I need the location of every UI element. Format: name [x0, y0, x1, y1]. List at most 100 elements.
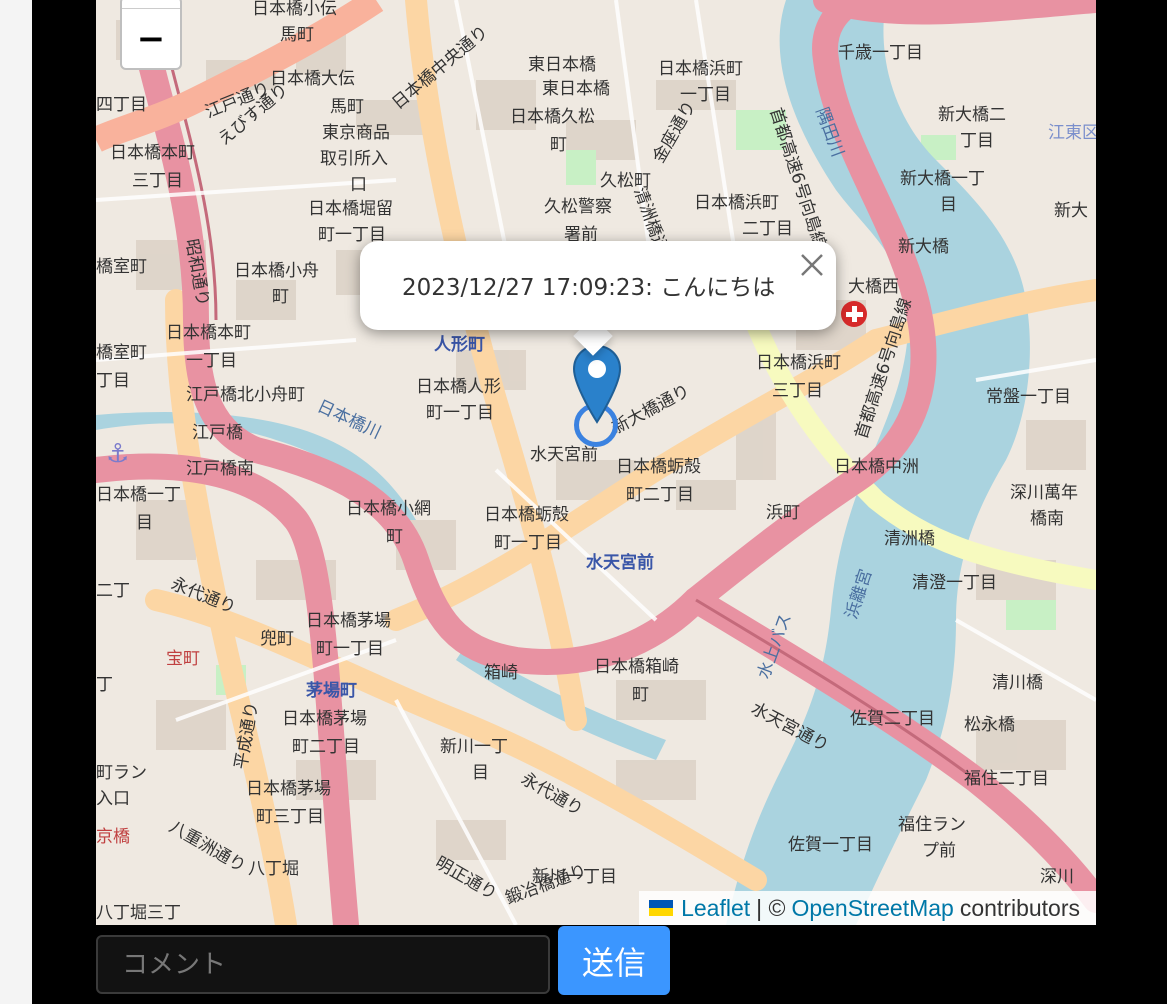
svg-text:町ラン: 町ラン	[96, 763, 147, 783]
openstreetmap-link[interactable]: OpenStreetMap	[791, 895, 953, 922]
svg-text:口: 口	[350, 175, 367, 195]
svg-text:日本橋小網: 日本橋小網	[346, 499, 431, 519]
svg-text:東日本橋: 東日本橋	[528, 55, 596, 75]
svg-text:京橋: 京橋	[96, 827, 130, 847]
svg-text:佐賀二丁目: 佐賀二丁目	[850, 709, 935, 729]
svg-text:目: 目	[136, 513, 153, 533]
svg-text:八丁堀: 八丁堀	[248, 859, 299, 879]
svg-text:松永橋: 松永橋	[964, 715, 1015, 735]
svg-text:馬町: 馬町	[330, 97, 364, 117]
svg-text:兜町: 兜町	[260, 629, 294, 649]
svg-text:日本橋久松: 日本橋久松	[510, 107, 595, 127]
left-gutter	[0, 0, 32, 1004]
svg-text:目: 目	[940, 195, 957, 215]
map-tiles[interactable]: 日本橋小伝馬町 東日本橋東日本橋 日本橋浜町一丁目 千歳一丁目 日本橋大伝馬町 …	[96, 0, 1096, 925]
svg-text:日本橋蛎殻: 日本橋蛎殻	[484, 505, 569, 525]
svg-text:町: 町	[272, 287, 289, 307]
svg-text:日本橋浜町: 日本橋浜町	[694, 193, 779, 213]
svg-text:町: 町	[386, 527, 403, 547]
svg-text:清川橋: 清川橋	[992, 673, 1043, 693]
svg-text:新大橋: 新大橋	[898, 237, 949, 257]
svg-text:深川萬年: 深川萬年	[1010, 483, 1078, 503]
svg-text:取引所入: 取引所入	[320, 149, 388, 169]
svg-text:日本橋中洲: 日本橋中洲	[834, 457, 919, 477]
svg-text:福住二丁目: 福住二丁目	[964, 769, 1049, 789]
map-marker-icon[interactable]	[572, 344, 622, 424]
svg-text:入口: 入口	[96, 789, 130, 809]
svg-text:日本橋茅場: 日本橋茅場	[282, 709, 367, 729]
svg-text:人形町: 人形町	[434, 334, 485, 355]
svg-text:町一丁目: 町一丁目	[426, 403, 494, 423]
zoom-divider	[122, 8, 180, 9]
svg-text:東日本橋: 東日本橋	[542, 79, 610, 99]
svg-text:水天宮前: 水天宮前	[530, 445, 598, 465]
ukraine-flag-icon	[649, 900, 674, 916]
attribution-separator: | ©	[756, 894, 786, 921]
svg-text:深川: 深川	[1040, 867, 1074, 887]
map-container[interactable]: 日本橋小伝 馬町 東日本橋 東日本橋 日本橋浜町 一丁目 千歳一丁目 日本橋大伝 馬町 …	[96, 0, 1096, 925]
svg-text:日本橋小伝: 日本橋小伝	[252, 0, 337, 19]
svg-text:丁目: 丁目	[96, 371, 130, 391]
svg-text:二丁: 二丁	[96, 581, 130, 601]
svg-text:町三丁目: 町三丁目	[256, 807, 324, 827]
svg-text:水天宮前: 水天宮前	[586, 552, 654, 573]
svg-text:江戸橋北小舟町: 江戸橋北小舟町	[186, 385, 305, 405]
svg-text:三丁目: 三丁目	[132, 171, 183, 191]
svg-text:橋室町: 橋室町	[96, 257, 147, 277]
svg-text:町: 町	[632, 685, 649, 705]
zoom-control: −	[120, 0, 182, 70]
zoom-out-button[interactable]: −	[122, 10, 180, 68]
send-button[interactable]: 送信	[558, 926, 670, 995]
svg-text:江戸橋: 江戸橋	[192, 423, 243, 443]
svg-text:橋南: 橋南	[1030, 509, 1064, 529]
svg-text:橋室町: 橋室町	[96, 343, 147, 363]
svg-text:佐賀一丁目: 佐賀一丁目	[788, 835, 873, 855]
svg-text:箱崎: 箱崎	[484, 663, 518, 683]
svg-text:三丁目: 三丁目	[772, 381, 823, 401]
svg-text:日本橋本町: 日本橋本町	[110, 143, 195, 163]
svg-text:日本橋浜町: 日本橋浜町	[756, 353, 841, 373]
attribution-suffix: contributors	[959, 894, 1080, 921]
close-icon[interactable]	[798, 251, 826, 279]
popup-message: 2023/12/27 17:09:23: こんにちは	[402, 275, 776, 301]
svg-text:大橋西: 大橋西	[848, 277, 899, 297]
svg-text:四丁目: 四丁目	[96, 95, 147, 115]
svg-text:町二丁目: 町二丁目	[626, 485, 694, 505]
svg-text:日本橋茅場: 日本橋茅場	[246, 779, 331, 799]
svg-text:新大橋一丁: 新大橋一丁	[900, 169, 985, 189]
svg-text:馬町: 馬町	[280, 25, 314, 45]
leaflet-link[interactable]: Leaflet	[681, 895, 750, 922]
map-attribution: Leaflet | © OpenStreetMap contributors	[639, 891, 1096, 925]
marker-popup: 2023/12/27 17:09:23: こんにちは	[360, 241, 836, 330]
svg-text:久松警察: 久松警察	[544, 197, 612, 217]
svg-text:浜町: 浜町	[766, 503, 800, 523]
svg-text:新大橋二: 新大橋二	[938, 105, 1006, 125]
svg-text:⚓: ⚓	[106, 439, 129, 469]
svg-text:新川一丁: 新川一丁	[440, 737, 508, 757]
svg-text:町: 町	[550, 135, 567, 155]
comment-input[interactable]	[96, 935, 550, 994]
svg-text:千歳一丁目: 千歳一丁目	[838, 43, 923, 63]
svg-text:新大: 新大	[1054, 201, 1088, 221]
svg-text:日本橋箱崎: 日本橋箱崎	[594, 657, 679, 677]
svg-text:日本橋本町: 日本橋本町	[166, 323, 251, 343]
svg-text:日本橋浜町: 日本橋浜町	[658, 59, 743, 79]
svg-text:東京商品: 東京商品	[322, 123, 390, 143]
svg-text:日本橋堀留: 日本橋堀留	[308, 199, 393, 219]
svg-text:江東区: 江東区	[1048, 123, 1096, 143]
svg-text:丁目: 丁目	[960, 131, 994, 151]
svg-text:町一丁目: 町一丁目	[494, 533, 562, 553]
svg-text:町一丁目: 町一丁目	[316, 639, 384, 659]
svg-text:日本橋一丁: 日本橋一丁	[96, 485, 181, 505]
svg-text:プ前: プ前	[922, 841, 956, 861]
svg-text:日本橋蛎殻: 日本橋蛎殻	[616, 457, 701, 477]
svg-text:江戸橋南: 江戸橋南	[186, 459, 254, 479]
svg-text:福住ラン: 福住ラン	[898, 815, 966, 835]
svg-text:常盤一丁目: 常盤一丁目	[986, 387, 1071, 407]
svg-text:八丁堀三丁: 八丁堀三丁	[96, 903, 181, 923]
svg-text:茅場町: 茅場町	[306, 681, 357, 701]
svg-text:清洲橋: 清洲橋	[884, 529, 935, 549]
svg-text:宝町: 宝町	[166, 649, 200, 669]
svg-text:町二丁目: 町二丁目	[292, 737, 360, 757]
svg-text:日本橋茅場: 日本橋茅場	[306, 611, 391, 631]
